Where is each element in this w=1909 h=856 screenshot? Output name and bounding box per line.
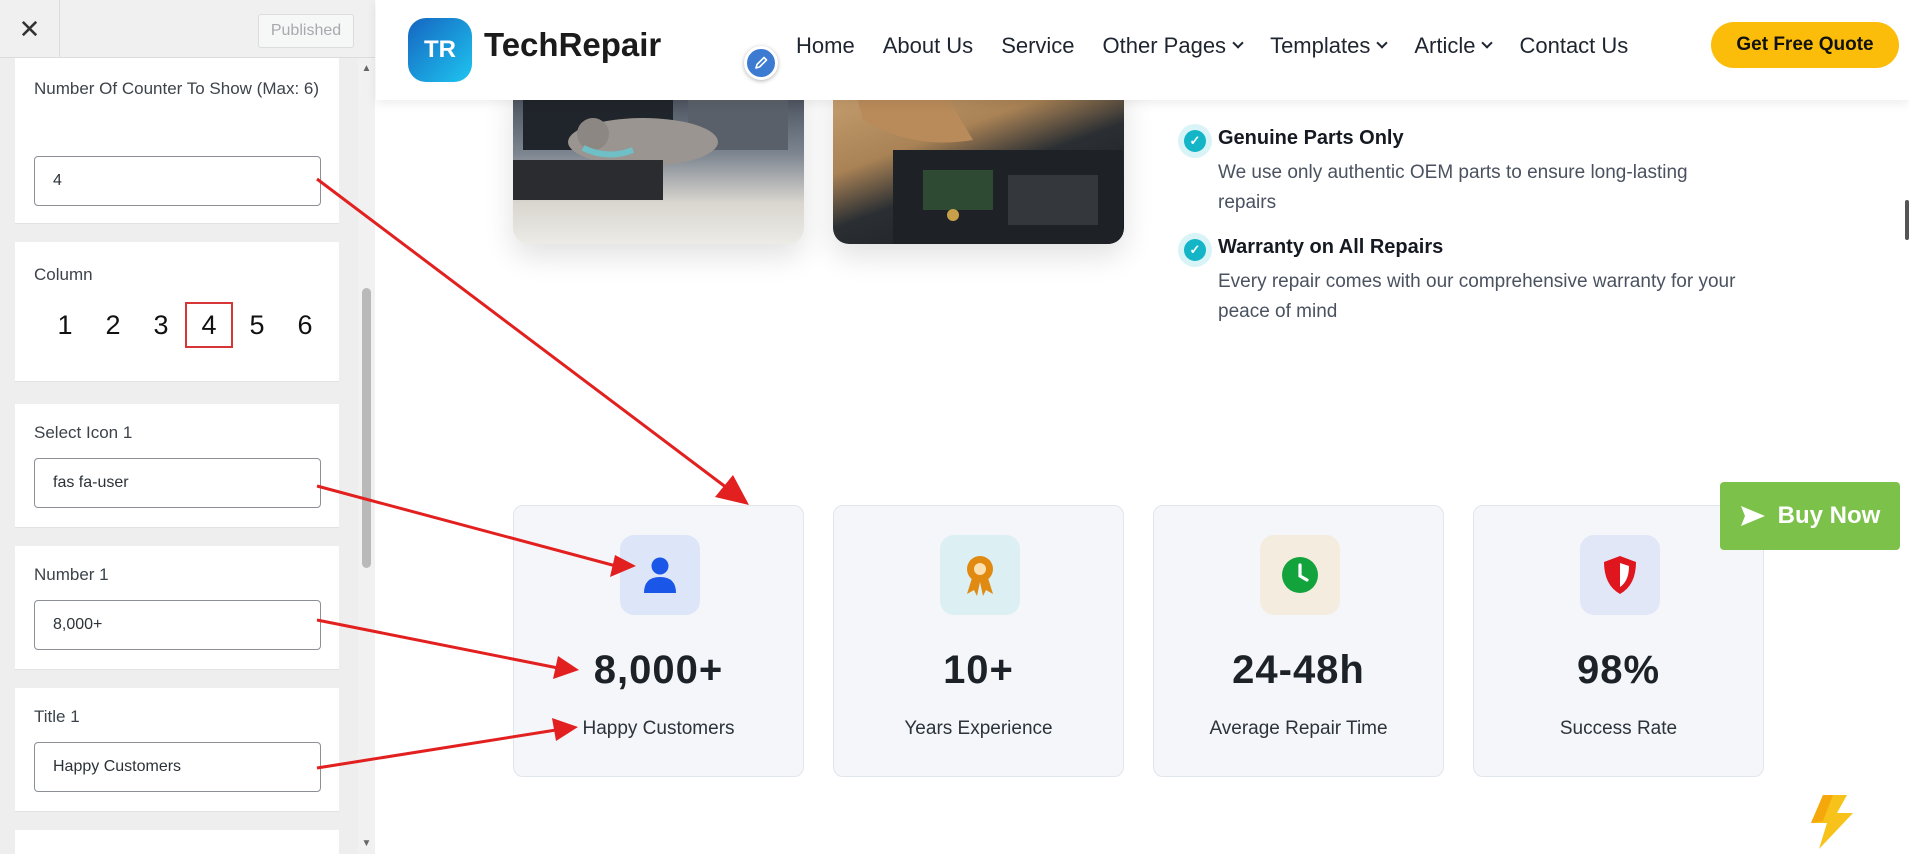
counter-icon-box: [940, 535, 1020, 615]
counter-number: 24-48h: [1232, 648, 1365, 692]
icon1-label: Select Icon 1: [34, 423, 133, 442]
close-icon[interactable]: ✕: [0, 0, 60, 58]
cat-desk-photo: [513, 80, 804, 244]
chevron-down-icon: [1481, 37, 1494, 49]
counter-count-panel: Number Of Counter To Show (Max: 6) 4: [15, 58, 339, 224]
counter-icon-box: [1580, 535, 1660, 615]
column-option-5[interactable]: 5: [233, 302, 281, 348]
number1-input[interactable]: 8,000+: [34, 600, 321, 650]
column-option-6[interactable]: 6: [281, 302, 329, 348]
number1-label: Number 1: [34, 565, 109, 584]
scroll-up-icon[interactable]: ▲: [358, 60, 375, 77]
counter-number: 98%: [1576, 648, 1661, 692]
counter-count-input[interactable]: 4: [34, 156, 321, 206]
icon1-panel: Select Icon 1 fas fa-user: [15, 404, 339, 528]
nav-service[interactable]: Service: [1001, 33, 1074, 59]
laptop-repair-photo: [833, 80, 1124, 244]
counter-number: 8,000+: [593, 648, 724, 692]
counter-title: Happy Customers: [582, 718, 735, 739]
column-option-3[interactable]: 3: [137, 302, 185, 348]
counter-card: 10+ Years Experience: [833, 505, 1124, 777]
get-free-quote-button[interactable]: Get Free Quote: [1711, 22, 1899, 68]
sidebar-scrollbar[interactable]: ▲ ▼: [358, 58, 375, 854]
nav-about-us[interactable]: About Us: [883, 33, 974, 59]
clock-icon: [1282, 557, 1318, 593]
counter-number: 10+: [943, 648, 1014, 692]
buy-now-label: Buy Now: [1777, 502, 1881, 529]
logo-text[interactable]: TechRepair: [484, 26, 661, 64]
column-option-4[interactable]: 4: [185, 302, 233, 348]
lightning-bolt-icon[interactable]: [1803, 793, 1857, 856]
column-options: 1 2 3 4 5 6: [41, 302, 329, 348]
feature-description: We use only authentic OEM parts to ensur…: [1218, 162, 1688, 213]
column-option-2[interactable]: 2: [89, 302, 137, 348]
counter-count-label: Number Of Counter To Show (Max: 6): [34, 79, 320, 98]
logo-badge[interactable]: TR: [408, 18, 472, 82]
column-option-1[interactable]: 1: [41, 302, 89, 348]
publish-button[interactable]: Published: [258, 14, 354, 48]
title1-label: Title 1: [34, 707, 80, 726]
number1-panel: Number 1 8,000+: [15, 546, 339, 670]
feature-title: Warranty on All Repairs: [1218, 236, 1444, 258]
buy-now-button[interactable]: Buy Now: [1720, 482, 1900, 550]
next-panel: [15, 830, 339, 854]
counter-title: Average Repair Time: [1209, 718, 1388, 739]
nav-contact-us[interactable]: Contact Us: [1519, 33, 1628, 59]
nav-home[interactable]: Home: [796, 33, 855, 59]
title1-input[interactable]: Happy Customers: [34, 742, 321, 792]
counter-icon-box: [620, 535, 700, 615]
user-icon: [644, 557, 676, 593]
chevron-down-icon: [1232, 37, 1244, 49]
nav-article[interactable]: Article: [1414, 33, 1494, 59]
counter-title: Success Rate: [1559, 718, 1678, 739]
icon1-input[interactable]: fas fa-user: [34, 458, 321, 508]
customizer-header: ✕ Published: [0, 0, 375, 58]
award-icon: [967, 556, 993, 596]
shield-icon: [1604, 556, 1636, 594]
scrollbar-thumb[interactable]: [362, 288, 371, 568]
scroll-down-icon[interactable]: ▼: [358, 835, 375, 852]
customizer-sidebar: ✕ Published Number Of Counter To Show (M…: [0, 0, 375, 854]
counter-card: 8,000+ Happy Customers: [513, 505, 804, 777]
counter-card: 24-48h Average Repair Time: [1153, 505, 1444, 777]
nav-other-pages[interactable]: Other Pages: [1103, 33, 1244, 59]
counter-icon-box: [1260, 535, 1340, 615]
arrowhead: [715, 475, 749, 505]
edit-pencil-icon[interactable]: [744, 46, 778, 80]
title1-panel: Title 1 Happy Customers: [15, 688, 339, 812]
chevron-down-icon: [1376, 37, 1389, 49]
check-icon: ✓: [1178, 233, 1212, 267]
send-icon: [1740, 506, 1765, 526]
feature-description: Every repair comes with our comprehensiv…: [1218, 271, 1736, 322]
customizer-panels[interactable]: Number Of Counter To Show (Max: 6) 4 Col…: [0, 58, 358, 854]
main-nav: Home About Us Service Other Pages Templa…: [796, 0, 1656, 92]
column-label: Column: [34, 265, 93, 284]
page-scrollbar[interactable]: [1905, 200, 1909, 240]
check-icon: ✓: [1178, 124, 1212, 158]
feature-title: Genuine Parts Only: [1218, 127, 1404, 149]
site-header: TR TechRepair Home About Us Service Othe…: [376, 0, 1909, 100]
counter-title: Years Experience: [904, 718, 1053, 739]
column-panel: Column 1 2 3 4 5 6: [15, 242, 339, 382]
nav-templates[interactable]: Templates: [1270, 33, 1389, 59]
